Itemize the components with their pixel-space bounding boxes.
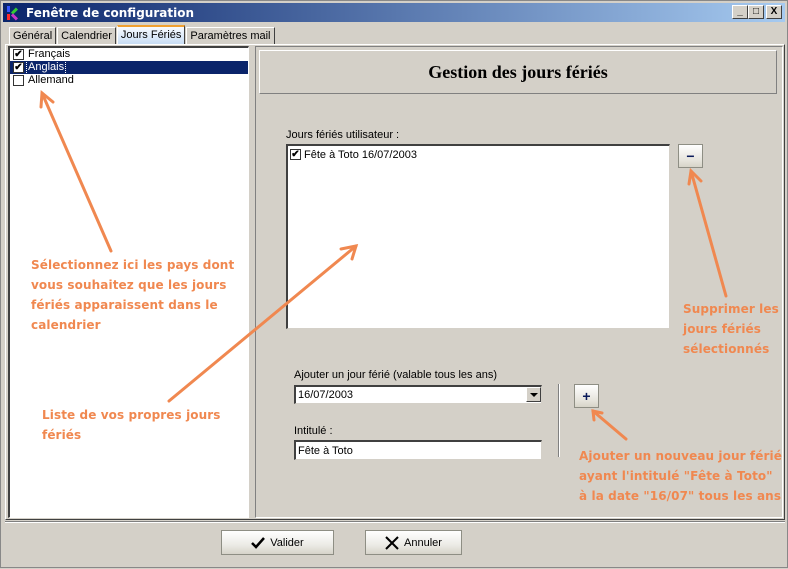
user-holiday-item[interactable]: ✔ Fête à Toto 16/07/2003: [290, 148, 667, 161]
country-label: Allemand: [28, 74, 74, 86]
tab-jours-feries[interactable]: Jours Fériés: [116, 25, 186, 44]
chevron-down-icon: [529, 392, 538, 397]
validate-label: Valider: [270, 536, 304, 549]
intitule-input[interactable]: [294, 440, 542, 460]
cross-icon: [385, 535, 399, 550]
title-bar[interactable]: Fenêtre de configuration _ □ X: [3, 3, 785, 22]
checkbox-checked-icon[interactable]: ✔: [13, 49, 24, 60]
close-button[interactable]: X: [766, 5, 782, 19]
cancel-button[interactable]: Annuler: [365, 530, 462, 555]
add-holiday-button[interactable]: +: [574, 384, 599, 408]
date-value: 16/07/2003: [298, 389, 354, 401]
annotation-countries: Sélectionnez ici les pays dont vous souh…: [31, 258, 235, 332]
add-holiday-label: Ajouter un jour férié (valable tous les …: [294, 369, 497, 381]
cancel-label: Annuler: [404, 536, 442, 549]
checkmark-icon: [251, 536, 266, 549]
annotation-add: Ajouter un nouveau jour férié ayant l'in…: [579, 449, 782, 503]
window-title: Fenêtre de configuration: [26, 5, 194, 20]
user-holidays-label: Jours fériés utilisateur :: [286, 129, 400, 141]
tab-parametres-mail[interactable]: Paramètres mail: [186, 27, 275, 44]
remove-holiday-button[interactable]: −: [678, 144, 703, 168]
plus-icon: +: [582, 388, 591, 404]
country-item-anglais[interactable]: ✔ Anglais: [10, 60, 248, 75]
country-item-francais[interactable]: ✔ Français: [10, 48, 248, 61]
checkbox-checked-icon[interactable]: ✔: [290, 149, 301, 160]
minimize-icon: _: [737, 6, 743, 17]
panel-header: Gestion des jours fériés: [259, 50, 777, 94]
maximize-icon: □: [752, 6, 760, 17]
app-logo-icon: [6, 5, 22, 21]
tab-calendrier[interactable]: Calendrier: [57, 27, 116, 44]
user-holidays-list[interactable]: ✔ Fête à Toto 16/07/2003: [286, 144, 670, 329]
footer-divider: [5, 521, 785, 523]
country-label: Français: [28, 48, 71, 60]
checkbox-checked-icon[interactable]: ✔: [13, 62, 24, 73]
annotation-delete: Supprimer les jours fériés sélectionnés: [683, 302, 779, 356]
panel-title: Gestion des jours fériés: [428, 61, 608, 82]
tab-bar: Général Calendrier Jours Fériés Paramètr…: [9, 25, 276, 44]
user-holiday-label: Fête à Toto 16/07/2003: [304, 148, 417, 161]
maximize-button[interactable]: □: [748, 5, 764, 19]
date-select[interactable]: 16/07/2003: [294, 385, 542, 404]
country-item-allemand[interactable]: Allemand: [10, 74, 248, 87]
intitule-label: Intitulé :: [294, 425, 333, 437]
checkbox-unchecked-icon[interactable]: [13, 75, 24, 86]
minimize-button[interactable]: _: [732, 5, 748, 19]
validate-button[interactable]: Valider: [221, 530, 334, 555]
dropdown-button[interactable]: [526, 387, 541, 402]
vertical-divider: [558, 384, 560, 457]
minus-icon: −: [686, 148, 695, 164]
country-label: Anglais: [25, 60, 67, 75]
close-icon: X: [770, 6, 778, 17]
annotation-own-list: Liste de vos propres jours fériés: [42, 408, 221, 442]
tab-general[interactable]: Général: [9, 27, 57, 44]
config-window: Fenêtre de configuration _ □ X Général C…: [0, 0, 788, 568]
